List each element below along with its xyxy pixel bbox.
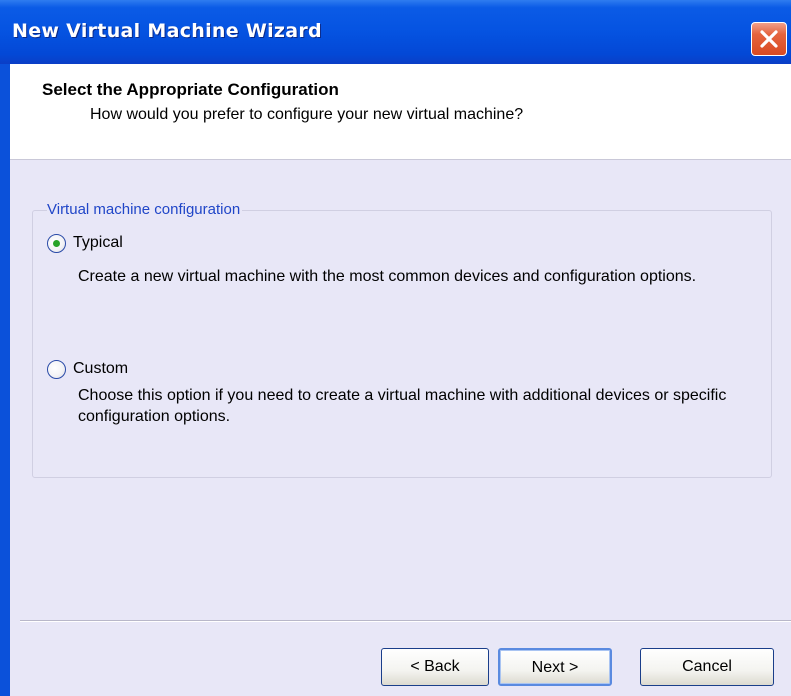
- page-title: Select the Appropriate Configuration: [42, 80, 339, 99]
- typical-radio-button[interactable]: [47, 234, 66, 253]
- close-icon: [760, 30, 778, 48]
- wizard-header: Select the Appropriate Configuration How…: [10, 64, 791, 160]
- custom-radio-button[interactable]: [47, 360, 66, 379]
- back-button[interactable]: < Back: [381, 648, 489, 686]
- wizard-window: New Virtual Machine Wizard Select the Ap…: [0, 0, 791, 696]
- cancel-button[interactable]: Cancel: [640, 648, 774, 686]
- configuration-group-box: [32, 210, 772, 478]
- custom-description: Choose this option if you need to create…: [78, 387, 727, 425]
- page-subtitle: How would you prefer to configure your n…: [90, 106, 524, 123]
- group-legend: Virtual machine configuration: [47, 201, 243, 218]
- typical-label[interactable]: Typical: [73, 234, 123, 252]
- window-frame-left: [0, 64, 10, 696]
- typical-description: Create a new virtual machine with the mo…: [78, 268, 697, 285]
- window-title: New Virtual Machine Wizard: [12, 20, 322, 42]
- next-button[interactable]: Next >: [498, 648, 612, 686]
- custom-label[interactable]: Custom: [73, 360, 128, 378]
- title-bar[interactable]: New Virtual Machine Wizard: [0, 0, 791, 64]
- close-button[interactable]: [751, 22, 787, 56]
- wizard-client-area: Select the Appropriate Configuration How…: [10, 64, 791, 696]
- button-separator: [20, 620, 791, 622]
